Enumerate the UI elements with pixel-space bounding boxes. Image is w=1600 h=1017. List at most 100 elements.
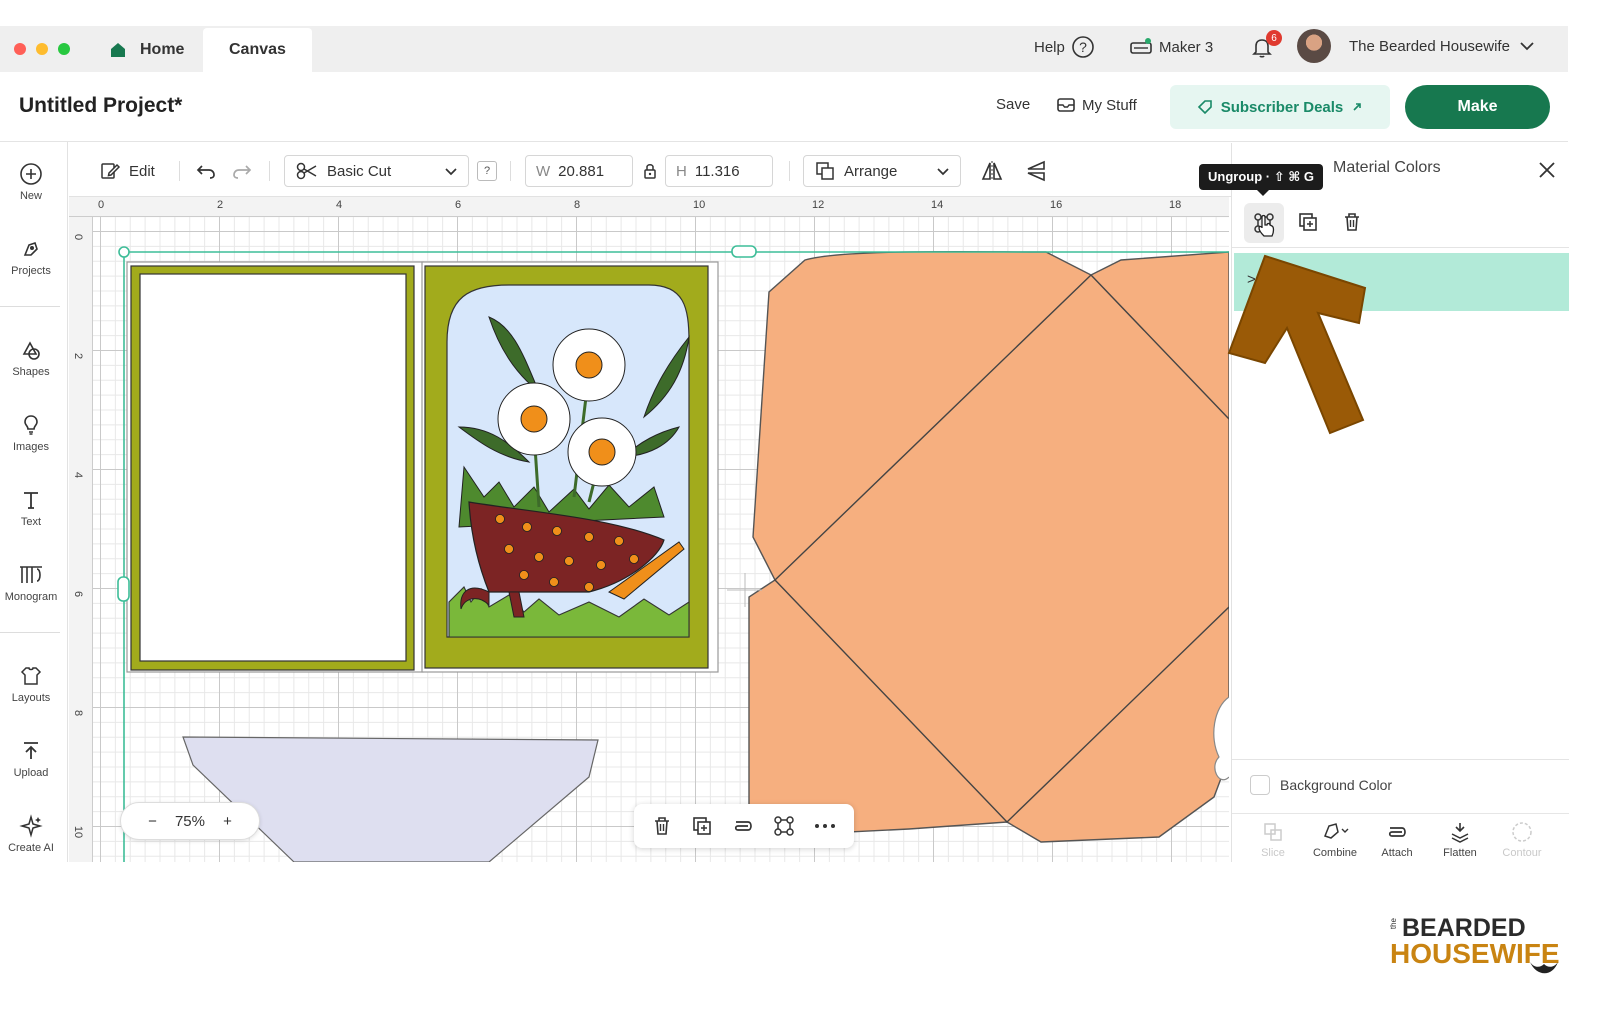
edit-pencil-icon [101, 163, 121, 179]
operation-select[interactable]: Basic Cut [284, 155, 469, 187]
trash-icon[interactable] [650, 814, 674, 838]
height-label: H [676, 162, 687, 180]
attach-icon [1388, 827, 1406, 837]
flatten-label: Flatten [1443, 847, 1477, 859]
contour-label: Contour [1502, 847, 1542, 859]
flip-vertical-button[interactable] [1024, 155, 1048, 187]
lavender-shape[interactable] [182, 736, 599, 862]
upload-icon [24, 742, 38, 759]
combine-label: Combine [1312, 847, 1358, 859]
notifications-button[interactable]: 6 [1250, 30, 1284, 60]
user-name: The Bearded Housewife [1349, 37, 1510, 55]
sidebar-item-monogram[interactable]: Monogram [0, 563, 62, 603]
ungroup-tooltip: Ungroup · ⇧ ⌘ G [1199, 164, 1323, 196]
arrange-select[interactable]: Arrange [803, 155, 961, 187]
tab-canvas[interactable]: Canvas [203, 28, 312, 72]
zoom-window-button[interactable] [58, 43, 70, 55]
sidebar-item-new[interactable]: New [0, 162, 62, 202]
edit-toolbar: Edit Basic Cut ? W 20.881 H 11.316 Arran… [69, 143, 1231, 197]
user-menu[interactable]: The Bearded Housewife [1297, 28, 1536, 64]
monogram-icon [20, 566, 42, 583]
flatten-button[interactable]: Flatten [1429, 820, 1491, 859]
contour-button[interactable]: Contour [1491, 820, 1553, 859]
zoom-out-button[interactable]: − [148, 813, 157, 830]
sidebar-item-shapes[interactable]: Shapes [0, 338, 62, 378]
sidebar-item-label: Create AI [8, 842, 54, 854]
close-icon[interactable] [1537, 160, 1557, 180]
background-color-swatch[interactable] [1250, 775, 1270, 795]
shapes-icon [22, 341, 40, 360]
slice-button[interactable]: Slice [1242, 820, 1304, 859]
sidebar-item-upload[interactable]: Upload [0, 739, 62, 779]
hand-cursor-icon [1258, 214, 1275, 237]
sidebar-divider [0, 632, 60, 633]
tab-canvas-label: Canvas [229, 41, 286, 58]
beard-icon [1530, 962, 1558, 974]
tab-home[interactable]: Home [108, 28, 184, 72]
panel-bottom-tools: Slice Combine Attach Flatten Contour [1232, 813, 1569, 862]
width-field[interactable]: W 20.881 [525, 155, 633, 187]
avatar [1297, 29, 1331, 63]
duplicate-icon[interactable] [1296, 210, 1320, 234]
sidebar-item-label: Projects [11, 265, 51, 277]
svg-text:?: ? [1079, 39, 1087, 55]
attach-button[interactable]: Attach [1366, 820, 1428, 859]
height-field[interactable]: H 11.316 [665, 155, 773, 187]
ungroup-icon[interactable] [772, 814, 796, 838]
operation-help-button[interactable]: ? [477, 161, 497, 181]
flip-horizontal-icon [981, 161, 1003, 181]
undo-button[interactable] [195, 155, 217, 187]
sidebar-item-layouts[interactable]: Layouts [0, 664, 62, 704]
lock-aspect-button[interactable] [642, 155, 658, 187]
projects-icon [23, 241, 38, 256]
toolbar-divider [510, 161, 511, 181]
left-sidebar: New Projects Shapes Images Text Monogram… [0, 142, 68, 862]
attach-label: Attach [1381, 847, 1413, 859]
sidebar-item-label: Text [20, 516, 42, 528]
my-stuff-button[interactable]: My Stuff [1056, 96, 1137, 114]
watermark-logo: the BEARDED HOUSEWIFE [1388, 914, 1568, 984]
envelope-shape[interactable] [748, 250, 1229, 843]
arrange-label: Arrange [844, 162, 898, 180]
sidebar-item-label: New [19, 190, 42, 202]
edit-button[interactable]: Edit [99, 155, 155, 187]
sparkle-icon [19, 814, 43, 838]
redo-button[interactable] [231, 155, 253, 187]
help-label: Help [1034, 38, 1065, 56]
width-value: 20.881 [558, 162, 605, 180]
width-label: W [536, 162, 551, 180]
save-button[interactable]: Save [996, 96, 1030, 113]
sidebar-item-create-ai[interactable]: Create AI [0, 814, 62, 854]
zoom-in-button[interactable]: + [223, 813, 232, 830]
toolbar-divider [789, 161, 790, 181]
machine-selector[interactable]: Maker 3 [1129, 34, 1213, 60]
sidebar-item-images[interactable]: Images [0, 413, 62, 453]
sidebar-item-text[interactable]: Text [0, 488, 62, 528]
question-circle-icon: ? [1072, 36, 1094, 58]
notifications-badge: 6 [1266, 30, 1282, 46]
make-button[interactable]: Make [1405, 85, 1550, 129]
flip-horizontal-button[interactable] [980, 155, 1004, 187]
lock-icon [644, 164, 656, 179]
trash-icon[interactable] [1340, 210, 1364, 234]
logo-the-text: the [1389, 918, 1398, 930]
sidebar-item-projects[interactable]: Projects [0, 237, 62, 277]
minimize-window-button[interactable] [36, 43, 48, 55]
combine-icon [1324, 823, 1349, 839]
background-color-option[interactable]: Background Color [1250, 775, 1392, 795]
more-options-icon[interactable] [812, 816, 838, 836]
combine-button[interactable]: Combine [1304, 820, 1366, 859]
subscriber-deals-button[interactable]: Subscriber Deals [1170, 85, 1390, 129]
close-window-button[interactable] [14, 43, 26, 55]
duplicate-icon[interactable] [690, 814, 714, 838]
help-button[interactable]: Help ? [1034, 34, 1095, 60]
toolbar-divider [179, 161, 180, 181]
floating-toolbar [634, 804, 854, 848]
chevron-down-icon [1520, 42, 1534, 51]
design-canvas[interactable]: 0 2 4 6 8 10 12 14 16 18 0 2 4 6 8 10 [69, 197, 1229, 862]
sidebar-item-label: Shapes [12, 366, 50, 378]
flatten-icon [1451, 823, 1469, 843]
material-colors-tab[interactable]: Material Colors [1333, 159, 1441, 177]
project-header: Untitled Project* Save My Stuff Subscrib… [0, 72, 1568, 142]
attach-icon[interactable] [730, 816, 756, 836]
